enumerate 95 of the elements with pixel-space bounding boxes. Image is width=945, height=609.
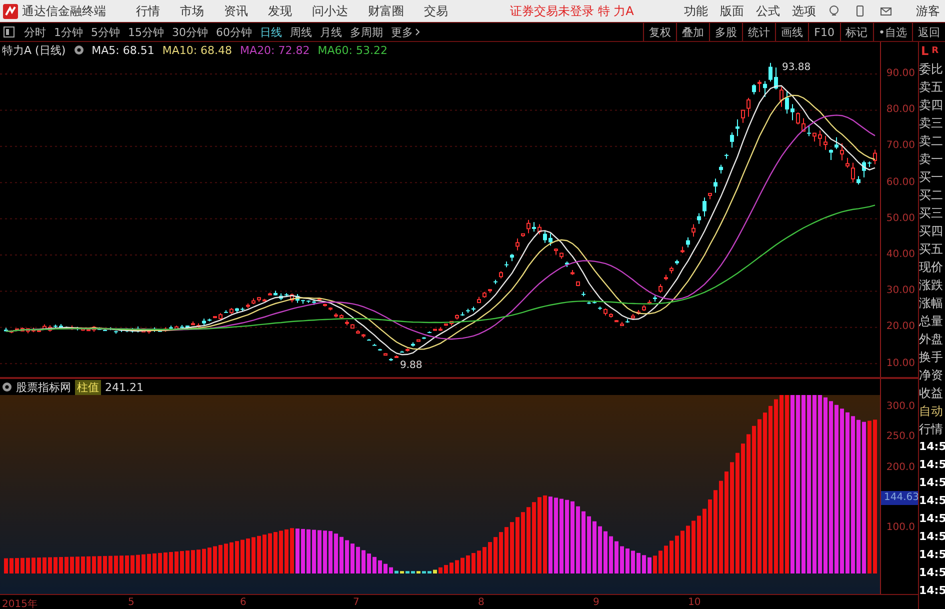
- quote-field-label: 外盘: [919, 331, 944, 348]
- chevron-icon: [415, 28, 420, 36]
- period-tab[interactable]: 1分钟: [50, 24, 87, 40]
- quote-field-label: 卖三: [919, 115, 944, 132]
- menu-item[interactable]: 财富圈: [368, 2, 404, 20]
- period-tab[interactable]: 日线: [256, 24, 286, 40]
- toolbar-menu-item[interactable]: 版面: [720, 2, 744, 20]
- toolbar-menu-item[interactable]: 选项: [792, 2, 816, 20]
- indicator-value: MA10: 68.48: [162, 44, 232, 56]
- toolbar-button[interactable]: F10: [808, 23, 840, 41]
- quote-field-label: 总量: [919, 313, 944, 330]
- axis-label: 40.00: [886, 248, 916, 262]
- login-status: 证券交易未登录 特 力A: [510, 2, 634, 20]
- quote-field-label: 净资: [919, 367, 944, 384]
- settings-icon: [74, 45, 84, 55]
- chart-title: 特力A (日线): [2, 42, 66, 58]
- phone-icon: [854, 5, 866, 17]
- axis-label: 300.0: [886, 400, 916, 414]
- period-tab[interactable]: 分时: [20, 24, 50, 40]
- toolbar-button[interactable]: 返回: [912, 23, 945, 41]
- time-label: 6: [240, 597, 246, 608]
- quote-field-label: 卖五: [919, 79, 944, 96]
- indicator-value: MA5: 68.51: [92, 44, 154, 56]
- user-label[interactable]: 游客: [916, 2, 940, 20]
- high-price-label: 93.88: [782, 62, 811, 73]
- quote-field-label: 涨跌: [919, 277, 944, 294]
- toolbar-button[interactable]: 复权: [643, 23, 676, 41]
- period-tab[interactable]: 多周期: [346, 24, 387, 40]
- toolbar-menu-item[interactable]: 公式: [756, 2, 780, 20]
- toolbar-button[interactable]: 叠加: [676, 23, 710, 41]
- indicator-title: 股票指标网: [16, 380, 71, 394]
- quote-field-label[interactable]: 自动: [919, 402, 945, 420]
- axis-label: 70.00: [886, 139, 916, 154]
- time-label: 5: [128, 597, 134, 608]
- axis-label: 100.0: [886, 520, 916, 535]
- quote-field-label: 买二: [919, 187, 944, 204]
- axis-label: 80.00: [886, 103, 916, 118]
- time-label: 9: [593, 597, 600, 608]
- header-label: L: [921, 44, 929, 58]
- low-price-label: 9.88: [400, 360, 422, 372]
- quote-field-label: 买四: [919, 223, 944, 240]
- menu-item[interactable]: 资讯: [224, 2, 248, 20]
- period-tab[interactable]: 60分钟: [212, 24, 256, 40]
- menu-item[interactable]: 行情: [136, 2, 160, 20]
- quote-field-label: 换手: [919, 349, 944, 366]
- time-label: 8: [478, 597, 484, 608]
- more-button[interactable]: 更多: [387, 24, 424, 40]
- panel-toggle-icon: [3, 26, 15, 38]
- header-label: R: [932, 46, 939, 56]
- axis-label: 20.00: [886, 320, 916, 334]
- quote-field-label: 现价: [919, 259, 944, 276]
- time-label: 2015年: [2, 598, 38, 609]
- current-value-marker: 144.63: [881, 490, 918, 505]
- axis-label: 30.00: [886, 284, 916, 298]
- app-logo-icon: [3, 4, 18, 18]
- indicator-value: 241.21: [105, 380, 144, 394]
- indicator-value: MA60: 53.22: [318, 44, 388, 56]
- indicator-label: 柱值: [75, 380, 101, 394]
- quote-field-label: 委比: [919, 61, 944, 78]
- axis-label: 200.0: [886, 460, 916, 475]
- period-tab[interactable]: 月线: [316, 24, 346, 40]
- time-label: 10: [688, 597, 701, 608]
- axis-label: 10.00: [886, 356, 916, 370]
- quote-field-label: 卖四: [919, 97, 944, 114]
- axis-label: 90.00: [886, 67, 916, 81]
- toolbar-button[interactable]: 标记: [840, 23, 872, 41]
- quote-field-label: 行情: [919, 421, 944, 438]
- quote-field-label: 买三: [919, 205, 944, 222]
- bulb-icon: [828, 5, 840, 17]
- quote-field-label: 涨幅: [919, 295, 944, 312]
- quote-field-label: 收益: [919, 385, 944, 402]
- app-title: 通达信金融终端: [22, 2, 106, 20]
- toolbar-button[interactable]: 多股: [709, 23, 742, 41]
- period-tab[interactable]: 周线: [286, 24, 316, 40]
- axis-label: 60.00: [886, 176, 916, 190]
- menu-item[interactable]: 发现: [268, 2, 292, 20]
- period-tab[interactable]: 15分钟: [124, 24, 168, 40]
- mail-icon: [880, 5, 892, 17]
- quote-field-label: 卖一: [919, 151, 944, 168]
- axis-label: 50.00: [886, 212, 916, 226]
- axis-label: 250.0: [886, 430, 916, 444]
- toolbar-button[interactable]: 画线: [775, 23, 808, 41]
- time-label: 7: [353, 597, 360, 608]
- menu-item[interactable]: 交易: [424, 2, 448, 20]
- quote-field-label: 买一: [919, 169, 944, 186]
- menu-item[interactable]: 市场: [180, 2, 204, 20]
- quote-field-label: 买五: [919, 241, 944, 258]
- toolbar-button[interactable]: 统计: [742, 23, 776, 41]
- toolbar-menu-item[interactable]: 功能: [684, 2, 708, 20]
- menu-item[interactable]: 问小达: [312, 2, 348, 20]
- quote-field-label: 卖二: [919, 133, 944, 150]
- period-tab[interactable]: 5分钟: [87, 24, 124, 40]
- period-tab[interactable]: 30分钟: [168, 24, 212, 40]
- indicator-value: MA20: 72.82: [240, 44, 310, 56]
- toolbar-button[interactable]: •自选: [872, 23, 912, 41]
